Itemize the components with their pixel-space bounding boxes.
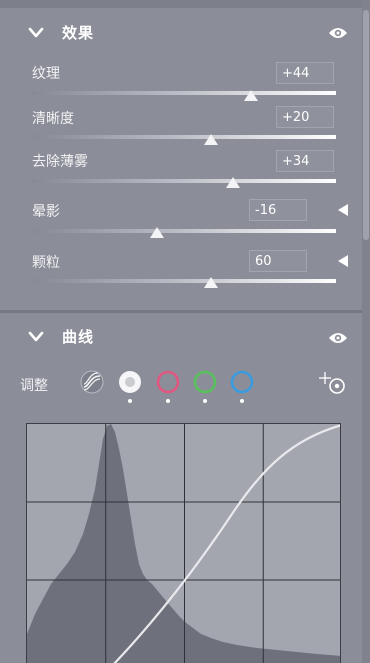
texture-slider-thumb[interactable] bbox=[243, 90, 258, 101]
dehaze-slider-track[interactable] bbox=[32, 179, 336, 183]
texture-value-field[interactable]: +44 bbox=[276, 62, 334, 84]
scrollbar-thumb[interactable] bbox=[363, 10, 369, 240]
texture-label: 纹理 bbox=[32, 66, 60, 82]
vignette-slider-track[interactable] bbox=[32, 229, 336, 233]
grain-value-field[interactable]: 60 bbox=[249, 250, 307, 272]
tone-curve-canvas[interactable] bbox=[27, 424, 341, 663]
grain-reset-icon[interactable] bbox=[338, 255, 348, 267]
vignette-reset-icon[interactable] bbox=[338, 204, 348, 216]
dehaze-value-field[interactable]: +34 bbox=[276, 150, 334, 172]
vignette-slider-thumb[interactable] bbox=[149, 227, 164, 238]
grain-label: 颗粒 bbox=[32, 255, 60, 271]
grain-slider-track[interactable] bbox=[32, 279, 336, 283]
red-channel-icon[interactable] bbox=[156, 370, 180, 394]
texture-slider-track[interactable] bbox=[32, 91, 336, 95]
panel-top-strip bbox=[0, 0, 370, 8]
rgb-channel-icon[interactable] bbox=[118, 370, 142, 394]
channel-dot bbox=[203, 399, 207, 403]
channel-dot bbox=[240, 399, 244, 403]
vignette-value-field[interactable]: -16 bbox=[249, 199, 307, 221]
targeted-adjustment-icon[interactable] bbox=[318, 371, 348, 397]
vignette-label: 晕影 bbox=[32, 204, 60, 220]
grain-slider-thumb[interactable] bbox=[204, 277, 219, 288]
clarity-slider-thumb[interactable] bbox=[204, 134, 219, 145]
dehaze-slider-thumb[interactable] bbox=[225, 177, 240, 188]
dehaze-label: 去除薄雾 bbox=[32, 154, 88, 170]
channel-dot bbox=[128, 399, 132, 403]
tone-curve-graph[interactable] bbox=[26, 423, 341, 663]
channel-dot bbox=[166, 399, 170, 403]
chevron-down-icon[interactable] bbox=[28, 331, 44, 343]
eye-icon[interactable] bbox=[328, 331, 348, 345]
adjust-label: 调整 bbox=[20, 378, 48, 394]
eye-icon[interactable] bbox=[328, 26, 348, 40]
blue-channel-icon[interactable] bbox=[230, 370, 254, 394]
clarity-slider-track[interactable] bbox=[32, 135, 336, 139]
chevron-down-icon[interactable] bbox=[28, 27, 44, 39]
curve-title: 曲线 bbox=[62, 328, 95, 346]
clarity-label: 清晰度 bbox=[32, 111, 74, 127]
curve-header[interactable]: 曲线 bbox=[0, 322, 362, 352]
green-channel-icon[interactable] bbox=[193, 370, 217, 394]
tone-curve-line[interactable] bbox=[112, 424, 341, 663]
parametric-curve-icon[interactable] bbox=[80, 370, 104, 394]
effects-title: 效果 bbox=[62, 24, 95, 42]
effects-header[interactable]: 效果 bbox=[0, 18, 362, 48]
clarity-value-field[interactable]: +20 bbox=[276, 106, 334, 128]
